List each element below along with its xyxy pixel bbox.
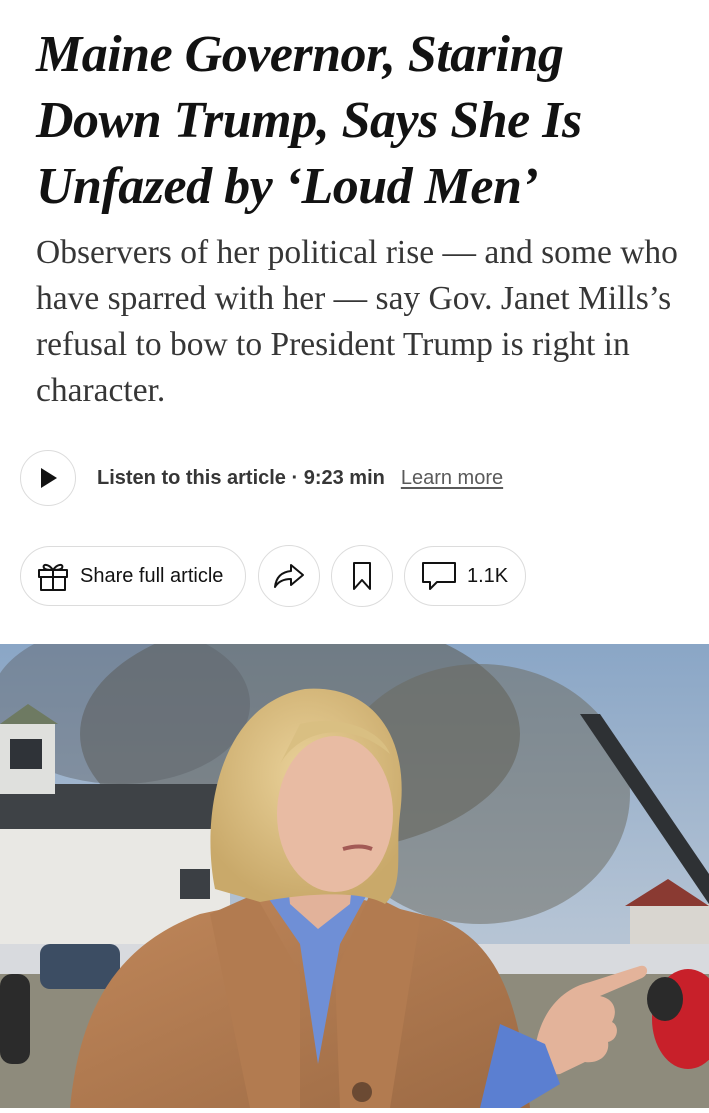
listen-label: Listen to this article · 9:23 min (97, 466, 385, 489)
share-full-article-label: Share full article (80, 564, 224, 587)
article-actions: Share full article 1.1K (20, 545, 526, 607)
share-full-article-button[interactable]: Share full article (20, 546, 246, 606)
article-summary: Observers of her political rise — and so… (36, 234, 678, 409)
save-button[interactable] (331, 545, 393, 607)
play-icon (41, 468, 57, 488)
share-button[interactable] (258, 545, 320, 607)
play-button[interactable] (20, 450, 76, 506)
share-arrow-icon (274, 564, 304, 588)
bookmark-icon (353, 562, 371, 590)
comments-count: 1.1K (467, 564, 509, 587)
comments-button[interactable]: 1.1K (404, 546, 526, 606)
learn-more-link[interactable]: Learn more (401, 467, 503, 490)
comment-icon (422, 562, 456, 590)
article-headline: Maine Governor, Staring Down Trump, Says… (36, 26, 582, 215)
gift-icon (38, 563, 68, 591)
audio-player-row: Listen to this article · 9:23 min Learn … (20, 448, 503, 508)
article-photo (0, 614, 709, 1108)
